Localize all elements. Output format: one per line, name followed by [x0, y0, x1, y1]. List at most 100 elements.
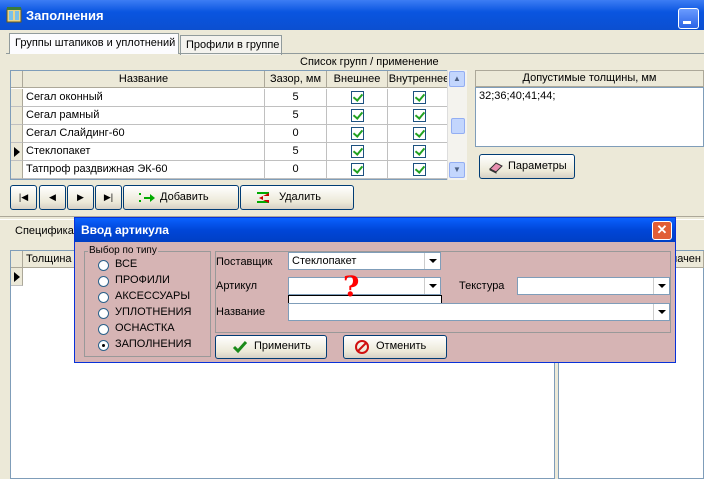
- delete-row-icon: [257, 192, 269, 203]
- checkbox-outer[interactable]: [351, 109, 364, 122]
- table-row[interactable]: Сегал оконный 5: [11, 89, 451, 107]
- cell-inner[interactable]: [388, 143, 451, 161]
- cell-gap[interactable]: 0: [265, 161, 327, 179]
- type-radio-list: ВСЕ ПРОФИЛИ АКСЕССУАРЫ УПЛОТНЕНИЯ ОСНАСТ…: [84, 258, 211, 358]
- checkbox-outer[interactable]: [351, 127, 364, 140]
- name-select[interactable]: [288, 303, 670, 321]
- checkbox-inner[interactable]: [413, 163, 426, 176]
- chevron-down-icon[interactable]: [653, 278, 669, 294]
- article-dialog: Ввод артикула ✕ Выбор по типу ВСЕ ПРОФИЛ…: [74, 217, 676, 363]
- radio-fillings[interactable]: ЗАПОЛНЕНИЯ: [84, 338, 211, 354]
- grid-scrollbar[interactable]: ▲ ▼: [447, 70, 467, 180]
- radio-button[interactable]: [98, 324, 109, 335]
- window-title: Заполнения: [26, 8, 104, 23]
- radio-accessories[interactable]: АКСЕССУАРЫ: [84, 290, 211, 306]
- radio-button[interactable]: [98, 260, 109, 271]
- cell-outer[interactable]: [327, 107, 388, 125]
- cell-inner[interactable]: [388, 125, 451, 143]
- groups-grid[interactable]: Название Зазор, мм Внешнее Внутреннее Се…: [10, 70, 467, 180]
- cell-gap[interactable]: 5: [265, 107, 327, 125]
- chevron-down-icon[interactable]: [653, 304, 669, 320]
- cell-name[interactable]: Сегал рамный: [23, 107, 265, 125]
- minimize-button[interactable]: [678, 8, 699, 29]
- nav-last-button[interactable]: ▶|: [95, 185, 122, 210]
- checkbox-inner[interactable]: [413, 127, 426, 140]
- checkbox-outer[interactable]: [351, 163, 364, 176]
- texture-select[interactable]: [517, 277, 670, 295]
- tab-profiles[interactable]: Профили в группе: [180, 35, 282, 55]
- checkbox-outer[interactable]: [351, 145, 364, 158]
- checkbox-inner[interactable]: [413, 91, 426, 104]
- row-indicator: [11, 107, 23, 125]
- supplier-select[interactable]: Стеклопакет: [288, 252, 441, 270]
- cell-outer[interactable]: [327, 125, 388, 143]
- supplier-label: Поставщик: [216, 256, 273, 268]
- checkbox-inner[interactable]: [413, 145, 426, 158]
- article-label: Артикул: [216, 280, 258, 292]
- eraser-icon: [489, 162, 503, 174]
- nav-next-button[interactable]: ▶: [67, 185, 94, 210]
- cancel-icon: [355, 340, 369, 354]
- add-button[interactable]: Добавить: [123, 185, 239, 210]
- name-label: Название: [216, 306, 266, 318]
- cell-outer[interactable]: [327, 161, 388, 179]
- table-row[interactable]: Татпроф раздвижная ЭК-60 0: [11, 161, 451, 179]
- cell-inner[interactable]: [388, 161, 451, 179]
- texture-label: Текстура: [459, 280, 505, 292]
- groups-caption: Список групп / применение: [300, 56, 439, 68]
- cell-inner[interactable]: [388, 107, 451, 125]
- row-indicator-current: [11, 143, 23, 161]
- table-row[interactable]: Сегал Слайдинг-60 0: [11, 125, 451, 143]
- table-row[interactable]: Стеклопакет 5: [11, 143, 451, 161]
- nav-first-button[interactable]: |◀: [10, 185, 37, 210]
- thickness-memo[interactable]: 32;36;40;41;44;: [475, 87, 704, 147]
- chevron-down-icon[interactable]: [424, 278, 440, 294]
- cell-outer[interactable]: [327, 143, 388, 161]
- scroll-down-icon[interactable]: ▼: [449, 162, 465, 178]
- question-mark-annotation: ?: [343, 270, 360, 303]
- nav-prev-button[interactable]: ◀: [39, 185, 66, 210]
- radio-button-selected[interactable]: [98, 340, 109, 351]
- params-button[interactable]: Параметры: [479, 154, 575, 179]
- cell-gap[interactable]: 5: [265, 89, 327, 107]
- checkmark-icon: [232, 341, 248, 354]
- radio-button[interactable]: [98, 276, 109, 287]
- main-titlebar: [0, 0, 704, 30]
- tab-groups[interactable]: Группы штапиков и уплотнений: [9, 33, 179, 54]
- delete-button[interactable]: Удалить: [240, 185, 354, 210]
- radio-seals[interactable]: УПЛОТНЕНИЯ: [84, 306, 211, 322]
- scroll-up-icon[interactable]: ▲: [449, 71, 465, 87]
- cell-name[interactable]: Стеклопакет: [23, 143, 265, 161]
- scroll-thumb[interactable]: [451, 118, 465, 134]
- radio-button[interactable]: [98, 308, 109, 319]
- cancel-button[interactable]: Отменить: [343, 335, 447, 359]
- grid-indicator-header: [11, 71, 23, 88]
- cell-gap[interactable]: 0: [265, 125, 327, 143]
- cell-inner[interactable]: [388, 89, 451, 107]
- col-header-inner[interactable]: Внутреннее: [388, 71, 451, 88]
- col-header-gap[interactable]: Зазор, мм: [265, 71, 327, 88]
- apply-button-label: Применить: [254, 340, 311, 352]
- col-header-name[interactable]: Название: [23, 71, 265, 88]
- table-row[interactable]: Сегал рамный 5: [11, 107, 451, 125]
- radio-all[interactable]: ВСЕ: [84, 258, 211, 274]
- cell-outer[interactable]: [327, 89, 388, 107]
- type-group-label: Выбор по типу: [88, 245, 158, 256]
- radio-tooling[interactable]: ОСНАСТКА: [84, 322, 211, 338]
- checkbox-inner[interactable]: [413, 109, 426, 122]
- close-icon[interactable]: ✕: [652, 221, 672, 240]
- row-indicator: [11, 125, 23, 143]
- radio-profiles[interactable]: ПРОФИЛИ: [84, 274, 211, 290]
- supplier-value: Стеклопакет: [292, 255, 357, 267]
- chevron-down-icon[interactable]: [424, 253, 440, 269]
- cell-name[interactable]: Сегал Слайдинг-60: [23, 125, 265, 143]
- cell-name[interactable]: Сегал оконный: [23, 89, 265, 107]
- col-header-outer[interactable]: Внешнее: [327, 71, 388, 88]
- radio-button[interactable]: [98, 292, 109, 303]
- apply-button[interactable]: Применить: [215, 335, 327, 359]
- cell-gap[interactable]: 5: [265, 143, 327, 161]
- cell-name[interactable]: Татпроф раздвижная ЭК-60: [23, 161, 265, 179]
- article-select[interactable]: [288, 277, 441, 295]
- checkbox-outer[interactable]: [351, 91, 364, 104]
- current-row-arrow-icon: [14, 272, 20, 282]
